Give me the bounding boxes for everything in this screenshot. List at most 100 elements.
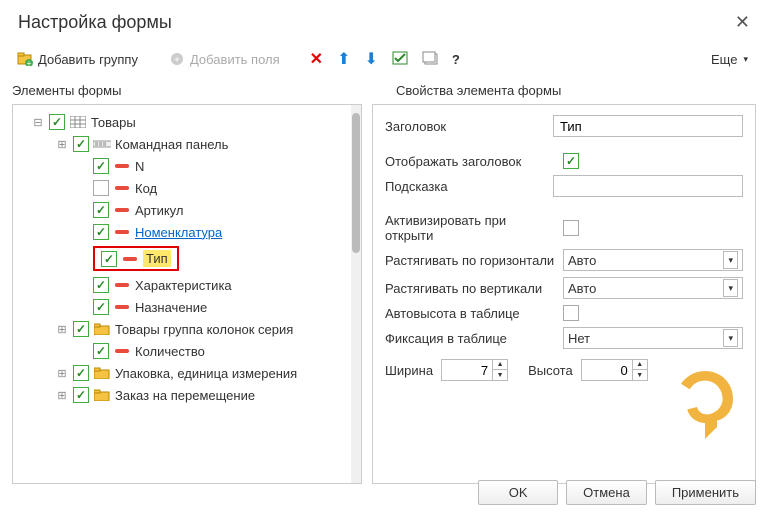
svg-text:+: + xyxy=(174,55,180,66)
left-column-header: Элементы формы xyxy=(0,79,384,104)
svg-text:+: + xyxy=(27,59,32,66)
minus-icon xyxy=(113,348,131,354)
tree-item-checkbox[interactable]: ✓ xyxy=(93,277,109,293)
tree-item-checkbox[interactable]: ✓ xyxy=(49,114,65,130)
uncheck-all-icon xyxy=(422,51,438,68)
prop-show-header-label: Отображать заголовок xyxy=(385,154,555,169)
tree-item-checkbox[interactable]: ✓ xyxy=(93,202,109,218)
check-all-button[interactable] xyxy=(388,49,412,70)
help-button[interactable]: ? xyxy=(448,50,464,69)
prop-show-header-checkbox[interactable]: ✓ xyxy=(563,153,579,169)
tree-item-label: N xyxy=(135,159,144,174)
collapse-icon[interactable]: ⊟ xyxy=(31,116,45,129)
spinner-down-icon[interactable]: ▼ xyxy=(633,370,647,380)
chevron-down-icon: ▾ xyxy=(743,54,748,65)
tree-item-checkbox[interactable]: ✓ xyxy=(93,299,109,315)
prop-hint-input[interactable] xyxy=(553,175,743,197)
tree-item[interactable]: ⊞ ✓ Упаковка, единица измерения xyxy=(17,362,347,384)
tree-item-label: Товары xyxy=(91,115,136,130)
add-group-button[interactable]: + Добавить группу xyxy=(12,50,142,69)
delete-button[interactable]: ✕ xyxy=(306,47,327,71)
tree-item-label: Артикул xyxy=(135,203,183,218)
watermark-icon xyxy=(665,363,745,443)
tree-item-checkbox[interactable]: ✓ xyxy=(73,136,89,152)
close-button[interactable]: ✕ xyxy=(735,12,750,33)
expand-icon[interactable]: ⊞ xyxy=(55,389,69,402)
tree-item-checkbox[interactable]: ✓ xyxy=(73,321,89,337)
expand-icon[interactable]: ⊞ xyxy=(55,323,69,336)
move-down-button[interactable]: ⬇ xyxy=(360,47,381,71)
cancel-button[interactable]: Отмена xyxy=(566,480,647,505)
minus-icon xyxy=(113,163,131,169)
tree-item-label: Тип xyxy=(143,250,171,267)
prop-activate-checkbox[interactable] xyxy=(563,220,579,236)
prop-stretch-h-label: Растягивать по горизонтали xyxy=(385,253,555,268)
move-up-button[interactable]: ⬆ xyxy=(333,47,354,71)
tree-item[interactable]: ⊟ ✓ Товары xyxy=(17,111,347,133)
tree-item-checkbox[interactable]: ✓ xyxy=(73,387,89,403)
tree-item-checkbox[interactable]: ✓ xyxy=(93,224,109,240)
prop-stretch-v-label: Растягивать по вертикали xyxy=(385,281,555,296)
minus-icon xyxy=(113,229,131,235)
tree-item[interactable]: ✓N xyxy=(17,155,347,177)
prop-height-label: Высота xyxy=(528,363,573,378)
tree-item[interactable]: ✓ Номенклатура xyxy=(17,221,347,243)
prop-fixation-label: Фиксация в таблице xyxy=(385,331,555,346)
arrow-up-icon: ⬆ xyxy=(337,49,350,69)
chevron-down-icon: ▾ xyxy=(723,251,738,269)
ok-button[interactable]: OK xyxy=(478,480,558,505)
tree-item[interactable]: ✓ Назначение xyxy=(17,296,347,318)
tree-item[interactable]: ✓ Артикул xyxy=(17,199,347,221)
prop-height-spinner[interactable]: ▲ ▼ xyxy=(581,359,648,381)
cmd-icon xyxy=(93,139,111,149)
prop-stretch-v-select[interactable]: Авто ▾ xyxy=(563,277,743,299)
tree-item-checkbox[interactable]: ✓ xyxy=(93,158,109,174)
tree-item[interactable]: Код xyxy=(17,177,347,199)
tree-item[interactable]: ✓ Количество xyxy=(17,340,347,362)
prop-width-spinner[interactable]: ▲ ▼ xyxy=(441,359,508,381)
expand-icon[interactable]: ⊞ xyxy=(55,138,69,151)
spinner-up-icon[interactable]: ▲ xyxy=(493,360,507,370)
more-menu-button[interactable]: Еще ▾ xyxy=(703,50,756,69)
tree-item-checkbox[interactable]: ✓ xyxy=(73,365,89,381)
elements-tree[interactable]: ⊟✓Товары⊞✓Командная панель✓NКод✓Артикул✓… xyxy=(13,105,351,483)
prop-width-input[interactable] xyxy=(442,361,492,380)
chevron-down-icon: ▾ xyxy=(723,329,738,347)
uncheck-all-button[interactable] xyxy=(418,49,442,70)
tree-item[interactable]: ⊞✓Товары группа колонок серия xyxy=(17,318,347,340)
tree-item-label: Назначение xyxy=(135,300,207,315)
spinner-down-icon[interactable]: ▼ xyxy=(493,370,507,380)
minus-icon xyxy=(113,282,131,288)
apply-button[interactable]: Применить xyxy=(655,480,756,505)
tree-item-label: Номенклатура xyxy=(135,225,222,240)
dialog-title: Настройка формы xyxy=(18,12,172,33)
add-group-label: Добавить группу xyxy=(38,52,138,67)
tree-item[interactable]: ⊞✓Заказ на перемещение xyxy=(17,384,347,406)
tree-item-label: Упаковка, единица измерения xyxy=(115,366,297,381)
prop-autoheight-label: Автовысота в таблице xyxy=(385,306,555,321)
folder-icon xyxy=(93,389,111,401)
expand-icon[interactable]: ⊞ xyxy=(55,367,69,380)
tree-item-checkbox[interactable]: ✓ xyxy=(101,251,117,267)
chevron-down-icon: ▾ xyxy=(723,279,738,297)
tree-item[interactable]: ⊞✓Командная панель xyxy=(17,133,347,155)
prop-height-input[interactable] xyxy=(582,361,632,380)
scrollbar-thumb[interactable] xyxy=(352,113,360,253)
tree-item-label: Характеристика xyxy=(135,278,232,293)
check-all-icon xyxy=(392,51,408,68)
prop-stretch-h-select[interactable]: Авто ▾ xyxy=(563,249,743,271)
spinner-up-icon[interactable]: ▲ xyxy=(633,360,647,370)
prop-fixation-select[interactable]: Нет ▾ xyxy=(563,327,743,349)
tree-item-checkbox[interactable] xyxy=(93,180,109,196)
prop-width-label: Ширина xyxy=(385,363,433,378)
right-column-header: Свойства элемента формы xyxy=(384,79,768,104)
prop-autoheight-checkbox[interactable] xyxy=(563,305,579,321)
tree-item[interactable]: ✓ Тип xyxy=(17,243,347,274)
tree-item-checkbox[interactable]: ✓ xyxy=(93,343,109,359)
minus-icon xyxy=(113,185,131,191)
tree-item[interactable]: ✓ Характеристика xyxy=(17,274,347,296)
properties-panel: Заголовок Отображать заголовок ✓ Подсказ… xyxy=(372,104,756,484)
tree-scrollbar[interactable] xyxy=(351,105,361,483)
prop-header-input[interactable] xyxy=(553,115,743,137)
tree-item-label: Количество xyxy=(135,344,205,359)
